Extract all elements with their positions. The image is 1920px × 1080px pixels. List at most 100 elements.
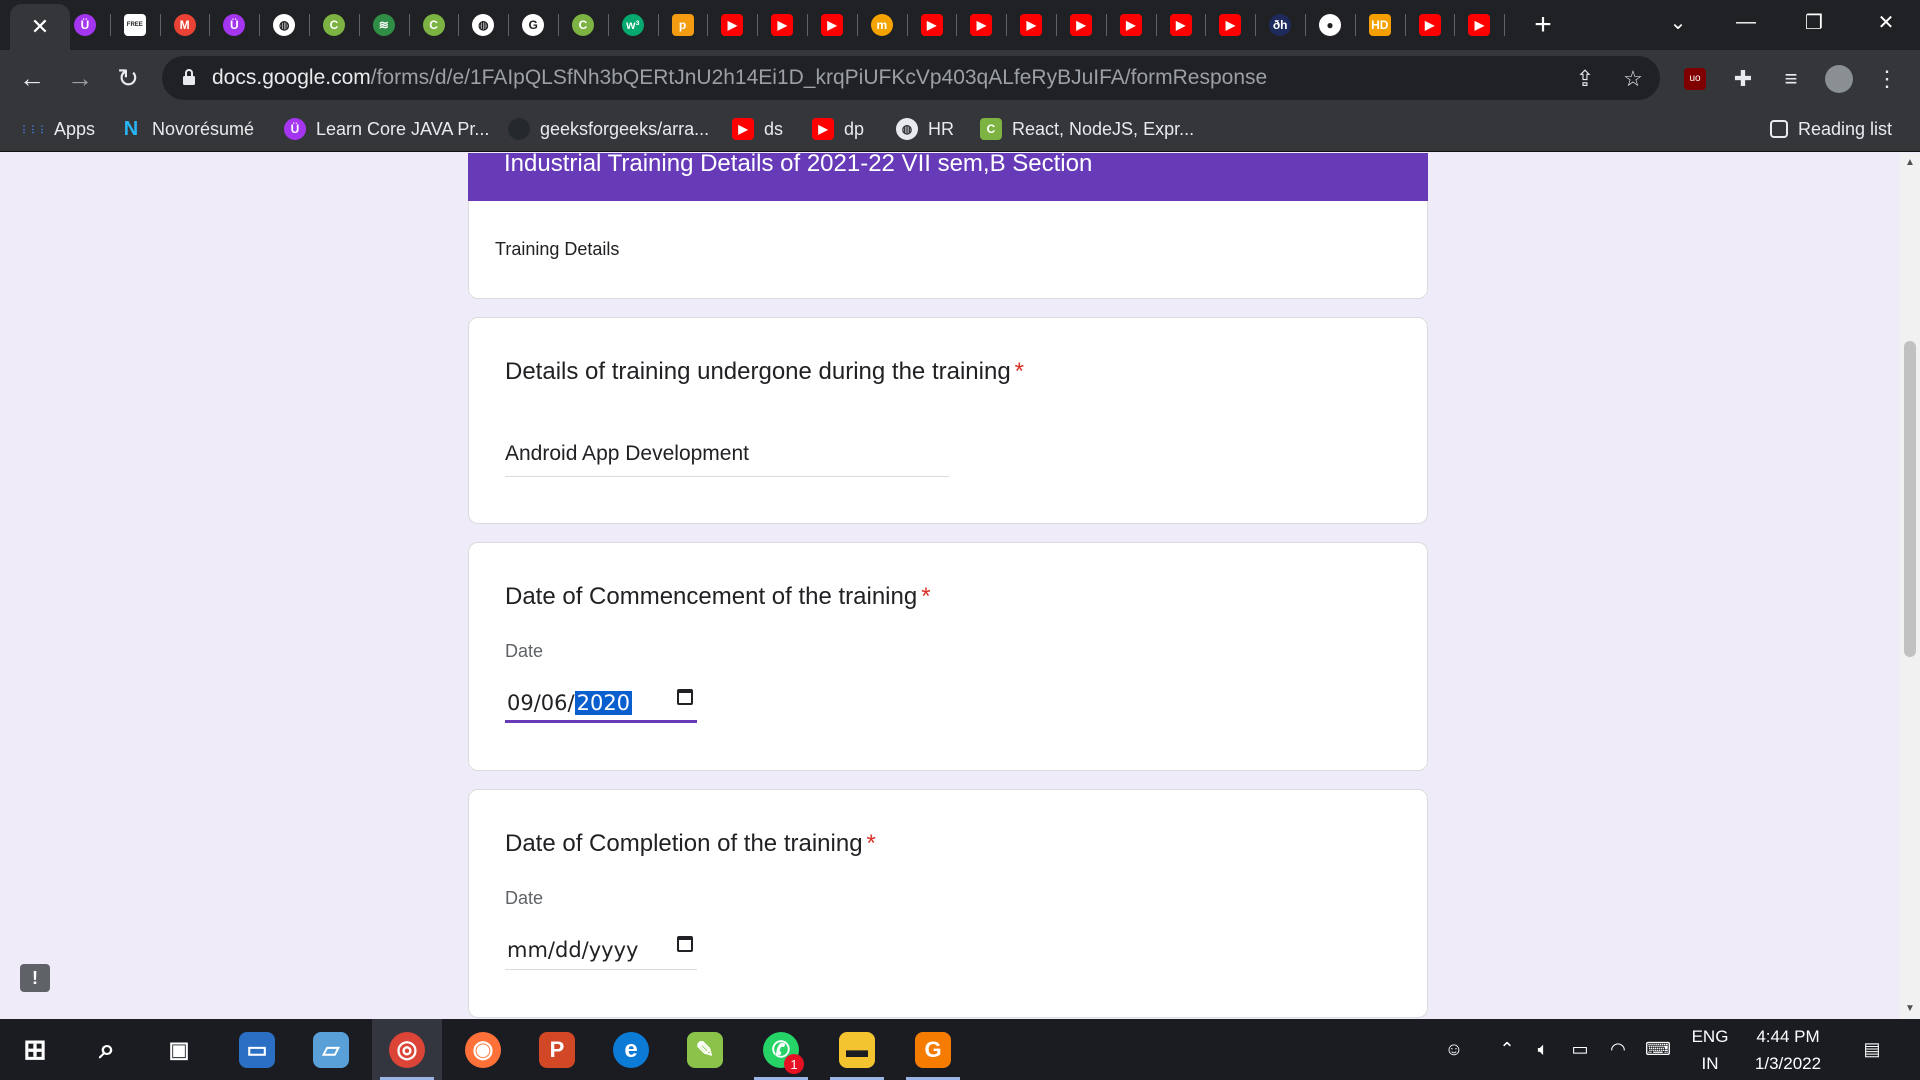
taskbar-app[interactable]: ✎ bbox=[670, 1019, 740, 1080]
browser-tab[interactable]: FREE bbox=[110, 0, 160, 50]
browser-tab[interactable]: ▶ bbox=[907, 0, 957, 50]
browser-tab[interactable]: ▶ bbox=[1156, 0, 1206, 50]
new-tab-button[interactable]: + bbox=[1518, 0, 1568, 50]
language-indicator[interactable]: ENG IN bbox=[1684, 1019, 1736, 1080]
calendar-icon[interactable] bbox=[677, 689, 693, 705]
browser-tab[interactable]: Ü bbox=[60, 0, 110, 50]
minimize-button[interactable]: — bbox=[1712, 0, 1780, 44]
clock[interactable]: 4:44 PM 1/3/2022 bbox=[1744, 1019, 1832, 1080]
taskbar-app[interactable]: ◎ bbox=[372, 1019, 442, 1080]
browser-tab[interactable]: ▶ bbox=[1006, 0, 1056, 50]
taskbar-app[interactable]: ▬ bbox=[822, 1019, 892, 1080]
bookmark-item[interactable]: N Novorésumé bbox=[120, 106, 254, 152]
browser-tab[interactable]: M bbox=[160, 0, 210, 50]
taskbar-app[interactable]: ▣ bbox=[144, 1019, 214, 1080]
completion-date-input[interactable]: mm/dd/yyyy bbox=[505, 930, 697, 970]
taskbar-app[interactable]: ⊞ bbox=[0, 1019, 70, 1080]
people-icon[interactable]: ☺ bbox=[1434, 1019, 1474, 1080]
keyboard-icon[interactable]: ⌨︎ bbox=[1638, 1019, 1678, 1080]
browser-tab[interactable]: C bbox=[309, 0, 359, 50]
taskbar-app[interactable]: P bbox=[522, 1019, 592, 1080]
bookmark-item[interactable]: ◍ HR bbox=[896, 106, 954, 152]
commencement-date-input[interactable]: 09/06/2020 bbox=[505, 683, 697, 723]
scrollbar-thumb[interactable] bbox=[1904, 341, 1916, 657]
reload-icon: ↻ bbox=[117, 62, 139, 93]
browser-tab[interactable]: w³ bbox=[608, 0, 658, 50]
browser-tab[interactable]: ▶ bbox=[1454, 0, 1504, 50]
form-title: Industrial Training Details of 2021-22 V… bbox=[504, 153, 1093, 177]
file-explorer-icon: ▬ bbox=[839, 1031, 875, 1068]
share-icon[interactable]: ⇪ bbox=[1570, 64, 1600, 94]
bookmark-item[interactable]: ⋮⋮⋮ Apps bbox=[20, 106, 96, 152]
globe-icon: ◍ bbox=[472, 14, 495, 36]
browser-tab[interactable]: ◍ bbox=[259, 0, 309, 50]
taskbar-app[interactable]: ⌕ bbox=[72, 1019, 142, 1080]
required-asterisk: * bbox=[1014, 358, 1025, 385]
bookmark-label: Learn Core JAVA Pr... bbox=[316, 118, 490, 139]
browser-tab[interactable]: ▶ bbox=[1405, 0, 1455, 50]
browser-tab[interactable]: p bbox=[658, 0, 708, 50]
browser-tab[interactable]: ▶ bbox=[1205, 0, 1255, 50]
scroll-up-icon[interactable]: ▲ bbox=[1905, 157, 1915, 168]
bookmark-item[interactable]: geeksforgeeks/arra... bbox=[508, 106, 709, 152]
taskbar-app[interactable]: G bbox=[898, 1019, 968, 1080]
browser-tab[interactable]: ▶ bbox=[956, 0, 1006, 50]
browser-tab[interactable]: ◍ bbox=[458, 0, 508, 50]
url-host: docs.google.com bbox=[212, 66, 371, 89]
browser-tab[interactable]: ▶ bbox=[1056, 0, 1106, 50]
calendar-icon[interactable] bbox=[677, 936, 693, 952]
bookmark-star-icon[interactable]: ☆ bbox=[1618, 64, 1648, 94]
youtube-icon: ▶ bbox=[721, 14, 744, 36]
browser-tab[interactable]: ▶ bbox=[1106, 0, 1156, 50]
restore-button[interactable]: ❐ bbox=[1780, 0, 1848, 44]
reload-button[interactable]: ↻ bbox=[108, 58, 148, 98]
tab-strip: ✕ Ü FREE M Ü ◍ C ≋ C ◍ G Cw³ p ▶ ▶ ▶ m ▶ ▶ ▶ ▶ ▶ ▶ ▶ ðh ● HD ▶ ▶ + ⌄… bbox=[0, 0, 1920, 50]
browser-tab[interactable]: C bbox=[409, 0, 459, 50]
back-button[interactable]: ← bbox=[12, 58, 52, 98]
bookmark-item[interactable]: Ü Learn Core JAVA Pr... bbox=[284, 106, 489, 152]
close-icon[interactable]: ✕ bbox=[31, 16, 49, 38]
scroll-down-icon[interactable]: ▼ bbox=[1905, 1003, 1915, 1014]
notifications-icon[interactable]: ▤ bbox=[1850, 1019, 1894, 1080]
bookmark-item[interactable]: ▶ dp bbox=[812, 106, 864, 152]
browser-tab[interactable]: ▶ bbox=[757, 0, 807, 50]
taskbar-app[interactable]: ▱ bbox=[296, 1019, 366, 1080]
browser-tab[interactable]: HD bbox=[1355, 0, 1405, 50]
browser-tab[interactable]: Ü bbox=[209, 0, 259, 50]
taskbar-app[interactable]: ✆ 1 bbox=[746, 1019, 816, 1080]
forward-button[interactable]: → bbox=[60, 58, 100, 98]
browser-tab[interactable]: ≋ bbox=[359, 0, 409, 50]
bookmark-item[interactable]: C React, NodeJS, Expr... bbox=[980, 106, 1194, 152]
report-issue-icon[interactable]: ! bbox=[20, 964, 50, 992]
volume-icon[interactable]: 🔈︎ bbox=[1526, 1019, 1560, 1080]
profile-avatar[interactable] bbox=[1824, 64, 1854, 94]
task-view-icon: ▣ bbox=[168, 1036, 190, 1062]
chevron-up-icon[interactable]: ⌃ bbox=[1490, 1019, 1524, 1080]
browser-tab[interactable]: m bbox=[857, 0, 907, 50]
date-placeholder: mm/dd/yyyy bbox=[507, 938, 639, 962]
browser-tab[interactable]: C bbox=[558, 0, 608, 50]
address-bar[interactable]: docs.google.com/forms/d/e/1FAIpQLSfNh3bQ… bbox=[162, 56, 1660, 100]
taskbar-app[interactable]: ◉ bbox=[448, 1019, 518, 1080]
taskbar-app[interactable]: ▭ bbox=[222, 1019, 292, 1080]
media-control-icon[interactable]: ≡ bbox=[1776, 64, 1806, 94]
browser-tab[interactable]: G bbox=[508, 0, 558, 50]
browser-tab[interactable]: ▶ bbox=[707, 0, 757, 50]
bookmark-item[interactable]: ▶ ds bbox=[732, 106, 783, 152]
wifi-icon[interactable]: ◠ bbox=[1600, 1019, 1636, 1080]
date-label: Date bbox=[505, 641, 544, 661]
tab-search-button[interactable]: ⌄ bbox=[1644, 0, 1712, 44]
reading-list-button[interactable]: Reading list bbox=[1770, 106, 1892, 152]
extensions-icon[interactable]: ✚ bbox=[1728, 64, 1758, 94]
ublock-icon[interactable]: uo bbox=[1680, 64, 1710, 94]
kebab-menu-icon[interactable]: ⋮ bbox=[1872, 64, 1902, 94]
browser-tab[interactable]: ● bbox=[1305, 0, 1355, 50]
battery-icon[interactable]: ▭ bbox=[1562, 1019, 1598, 1080]
close-window-button[interactable]: ✕ bbox=[1852, 0, 1920, 44]
training-details-input[interactable]: Android App Development bbox=[505, 442, 949, 477]
page-scrollbar[interactable]: ▲ ▼ bbox=[1900, 153, 1920, 1019]
browser-tab[interactable]: ▶ bbox=[807, 0, 857, 50]
taskbar-app[interactable]: e bbox=[596, 1019, 666, 1080]
reading-list-icon bbox=[1770, 120, 1788, 138]
browser-tab[interactable]: ðh bbox=[1255, 0, 1305, 50]
